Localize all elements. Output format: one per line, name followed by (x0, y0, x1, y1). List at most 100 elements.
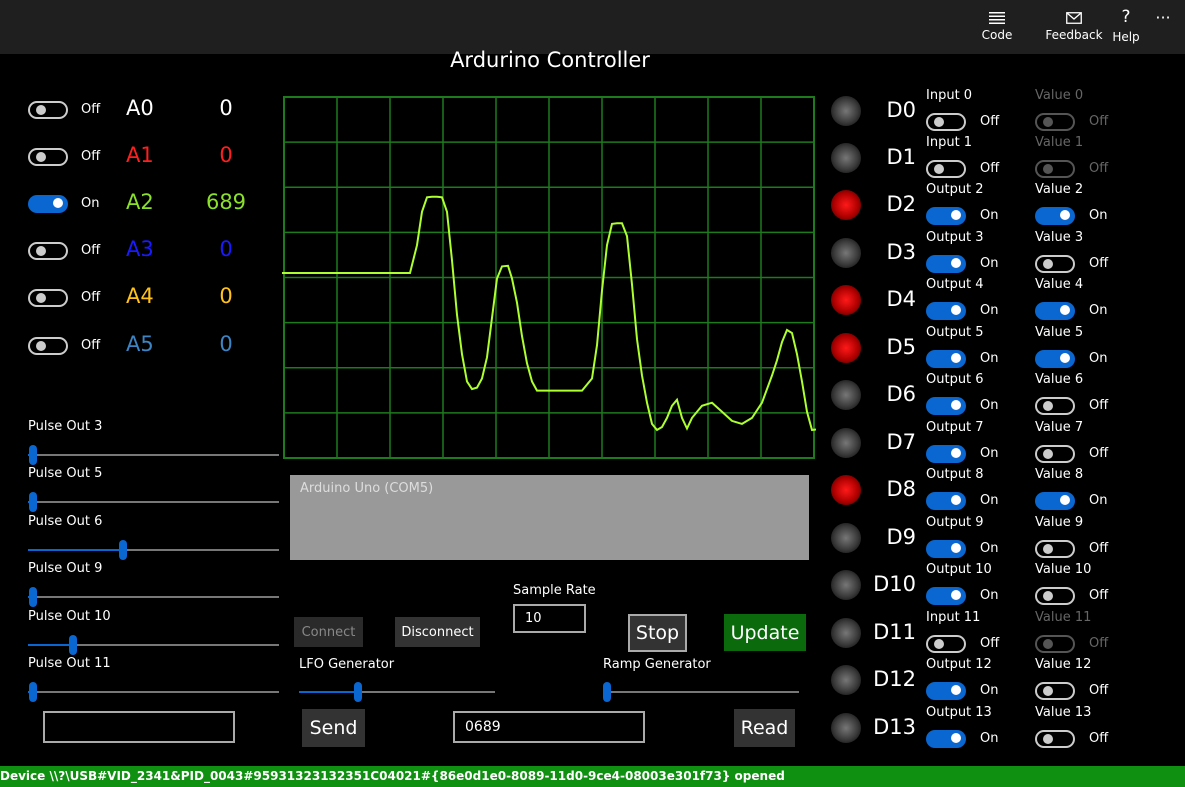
analog-toggle-a4[interactable] (28, 289, 68, 307)
update-button[interactable]: Update (724, 614, 806, 651)
pin-value-toggle-d2[interactable] (1035, 207, 1075, 225)
stop-button[interactable]: Stop (628, 614, 687, 652)
analog-toggle-a3[interactable] (28, 242, 68, 260)
pin-mode-toggle-d8[interactable] (926, 492, 966, 510)
analog-toggle-a0-knob (36, 105, 46, 115)
pin-value-label: Value 2 (1035, 182, 1084, 197)
pulse-slider-thumb[interactable] (29, 492, 37, 512)
send-button[interactable]: Send (302, 709, 365, 747)
analog-toggle-a1-knob (36, 152, 46, 162)
pin-mode-state: On (980, 303, 999, 318)
pulse-slider[interactable] (28, 445, 279, 465)
pulse-slider[interactable] (28, 587, 279, 607)
analog-name-a0: A0 (126, 96, 154, 120)
pin-value-state: On (1089, 493, 1108, 508)
pin-value-toggle-d7[interactable] (1035, 445, 1075, 463)
pin-mode-toggle-d9[interactable] (926, 540, 966, 558)
analog-toggle-a5[interactable] (28, 337, 68, 355)
pin-mode-toggle-d10[interactable] (926, 587, 966, 605)
pin-mode-toggle-d0[interactable] (926, 113, 966, 131)
pin-value-toggle-d8[interactable] (1035, 492, 1075, 510)
pin-value-label: Value 7 (1035, 420, 1084, 435)
pin-mode-toggle-d1-knob (934, 164, 944, 174)
analog-state-label: Off (81, 149, 101, 164)
pin-mode-state: On (980, 683, 999, 698)
pin-value-toggle-d8-knob (1060, 495, 1070, 505)
ramp-slider-thumb[interactable] (603, 682, 611, 702)
pin-value-toggle-d5[interactable] (1035, 350, 1075, 368)
help-button[interactable]: ? Help (1110, 0, 1142, 54)
pin-mode-state: On (980, 446, 999, 461)
pin-value-toggle-d10[interactable] (1035, 587, 1075, 605)
read-button[interactable]: Read (734, 709, 795, 747)
pin-mode-toggle-d13-knob (951, 733, 961, 743)
disconnect-button[interactable]: Disconnect (395, 617, 480, 647)
analog-toggle-a2[interactable] (28, 195, 68, 213)
more-options-button[interactable]: ··· (1148, 8, 1178, 32)
pin-mode-label: Output 5 (926, 325, 984, 340)
pin-mode-toggle-d2-knob (951, 210, 961, 220)
pulse-slider[interactable] (28, 682, 279, 702)
sample-rate-input[interactable]: 10 (513, 604, 586, 633)
oscilloscope-plot (282, 96, 818, 459)
pin-mode-toggle-d9-knob (951, 543, 961, 553)
pin-value-state: On (1089, 351, 1108, 366)
pin-mode-state: On (980, 256, 999, 271)
lfo-slider-thumb[interactable] (354, 682, 362, 702)
lfo-generator-slider[interactable] (299, 682, 495, 702)
pin-value-state: Off (1089, 731, 1109, 746)
pin-value-label: Value 5 (1035, 325, 1084, 340)
pulse-slider-thumb[interactable] (29, 682, 37, 702)
pin-value-toggle-d4[interactable] (1035, 302, 1075, 320)
pin-mode-toggle-d1[interactable] (926, 160, 966, 178)
pin-mode-toggle-d11-knob (934, 639, 944, 649)
analog-toggle-a0[interactable] (28, 101, 68, 119)
pin-value-toggle-d12[interactable] (1035, 682, 1075, 700)
pin-value-toggle-d1-knob (1043, 164, 1053, 174)
pin-mode-toggle-d7[interactable] (926, 445, 966, 463)
pulse-slider[interactable] (28, 540, 279, 560)
pin-mode-toggle-d2[interactable] (926, 207, 966, 225)
code-button[interactable]: Code (975, 0, 1019, 54)
read-value-input[interactable]: 0689 (453, 711, 645, 743)
pin-value-toggle-d0-knob (1043, 117, 1053, 127)
connect-button[interactable]: Connect (294, 617, 363, 647)
pin-mode-toggle-d13[interactable] (926, 730, 966, 748)
pulse-slider[interactable] (28, 492, 279, 512)
pulse-slider[interactable] (28, 635, 279, 655)
analog-value-a2: 689 (205, 190, 247, 214)
pin-value-state: Off (1089, 636, 1109, 651)
analog-toggle-a1[interactable] (28, 148, 68, 166)
pin-mode-toggle-d5[interactable] (926, 350, 966, 368)
pin-mode-toggle-d6-knob (951, 400, 961, 410)
ramp-generator-slider[interactable] (603, 682, 799, 702)
pin-value-toggle-d13[interactable] (1035, 730, 1075, 748)
send-text-input[interactable] (43, 711, 235, 743)
pin-value-toggle-d3[interactable] (1035, 255, 1075, 273)
pin-mode-toggle-d11[interactable] (926, 635, 966, 653)
digital-name-d5: D5 (886, 335, 916, 359)
pin-value-toggle-d6[interactable] (1035, 397, 1075, 415)
pin-value-toggle-d9[interactable] (1035, 540, 1075, 558)
pin-mode-toggle-d0-knob (934, 117, 944, 127)
lfo-generator-label: LFO Generator (299, 657, 395, 672)
pin-mode-toggle-d4-knob (951, 305, 961, 315)
pulse-slider-thumb[interactable] (69, 635, 77, 655)
pin-mode-toggle-d6[interactable] (926, 397, 966, 415)
pin-mode-label: Output 9 (926, 515, 984, 530)
pulse-label: Pulse Out 5 (28, 466, 103, 481)
pin-mode-toggle-d4[interactable] (926, 302, 966, 320)
pulse-slider-fill (28, 549, 123, 551)
pulse-slider-thumb[interactable] (29, 445, 37, 465)
pin-mode-toggle-d12[interactable] (926, 682, 966, 700)
pulse-slider-thumb[interactable] (29, 587, 37, 607)
pin-mode-toggle-d7-knob (951, 448, 961, 458)
digital-name-d2: D2 (886, 192, 916, 216)
pin-mode-toggle-d3[interactable] (926, 255, 966, 273)
pulse-slider-thumb[interactable] (119, 540, 127, 560)
mail-icon (1066, 12, 1082, 24)
led-d13 (831, 713, 861, 743)
pin-mode-state: On (980, 541, 999, 556)
led-d11 (831, 618, 861, 648)
feedback-button[interactable]: Feedback (1045, 0, 1103, 54)
